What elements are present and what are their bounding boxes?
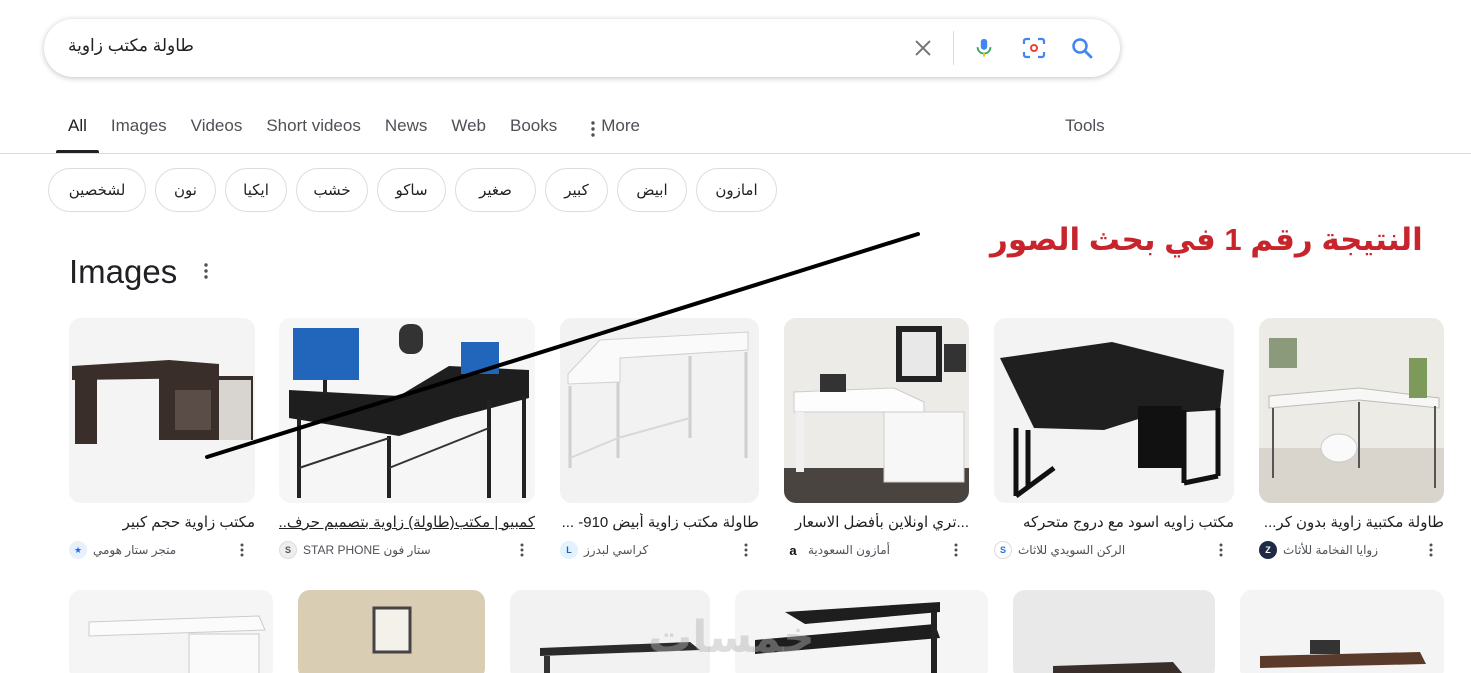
images-section-heading: Images xyxy=(69,253,178,290)
chip-small[interactable]: صغير xyxy=(455,168,536,212)
search-divider xyxy=(953,31,954,65)
tools-button[interactable]: Tools xyxy=(1065,116,1105,136)
tab-more[interactable]: More xyxy=(569,112,652,153)
result-menu-icon[interactable] xyxy=(739,541,753,559)
image-source[interactable]: Z زوايا الفخامة للأثاث xyxy=(1259,541,1378,559)
image-source[interactable]: S الركن السويدي للاثاث xyxy=(994,541,1125,559)
chip-ikea[interactable]: ايكيا xyxy=(225,168,287,212)
lens-icon[interactable] xyxy=(1019,33,1049,63)
search-input[interactable]: طاولة مكتب زاوية xyxy=(68,36,194,56)
result-menu-icon[interactable] xyxy=(515,541,529,559)
tab-news[interactable]: News xyxy=(373,112,440,153)
source-name: ستار فون STAR PHONE xyxy=(303,543,431,557)
image-thumbnail-row2-2[interactable] xyxy=(298,590,485,673)
result-menu-icon[interactable] xyxy=(1424,541,1438,559)
watermark: خمسات xyxy=(648,613,815,662)
source-name: زوايا الفخامة للأثاث xyxy=(1283,543,1379,557)
mic-icon[interactable] xyxy=(969,33,999,63)
result-menu-icon[interactable] xyxy=(949,541,963,559)
result-menu-icon[interactable] xyxy=(235,541,249,559)
image-source[interactable]: ★ متجر ستار هومي xyxy=(69,541,176,559)
amazon-logo: a xyxy=(784,541,802,559)
image-thumbnail[interactable] xyxy=(784,318,969,503)
chip-for-two[interactable]: لشخصين xyxy=(48,168,146,212)
image-title[interactable]: كمبيو | مكتب(طاولة) زاوية بتصميم حرف... xyxy=(279,513,535,531)
search-tabs: All Images Videos Short videos News Web … xyxy=(56,112,652,154)
image-thumbnail[interactable] xyxy=(279,318,535,503)
image-title[interactable]: مكتب زاوية حجم كبير xyxy=(69,513,255,531)
images-menu-icon[interactable] xyxy=(204,262,208,285)
chip-saco[interactable]: ساكو xyxy=(377,168,446,212)
star-home-logo: ★ xyxy=(69,541,87,559)
swedish-corner-logo: S xyxy=(994,541,1012,559)
image-thumbnail[interactable] xyxy=(994,318,1234,503)
chip-white[interactable]: ابيض xyxy=(617,168,687,212)
tabs-divider xyxy=(0,153,1471,154)
image-title[interactable]: مكتب زاويه اسود مع دروج متحركه xyxy=(994,513,1234,531)
result-menu-icon[interactable] xyxy=(1214,541,1228,559)
image-thumbnail[interactable] xyxy=(1259,318,1444,503)
tab-web[interactable]: Web xyxy=(439,112,498,153)
tab-books[interactable]: Books xyxy=(498,112,569,153)
image-title[interactable]: طاولة مكتبية زاوية بدون كر... xyxy=(1259,513,1444,531)
tab-short-videos[interactable]: Short videos xyxy=(254,112,373,153)
image-title[interactable]: طاولة مكتب زاوية أبيض 910- ... xyxy=(560,513,759,531)
image-source[interactable]: S ستار فون STAR PHONE xyxy=(279,541,431,559)
refinement-chips: لشخصين نون ايكيا خشب ساكو صغير كبير ابيض… xyxy=(48,168,777,212)
image-thumbnail[interactable] xyxy=(560,318,759,503)
source-name: متجر ستار هومي xyxy=(93,543,177,557)
image-title[interactable]: ...تري اونلاين بأفضل الاسعار xyxy=(784,513,969,531)
close-icon[interactable] xyxy=(908,33,938,63)
search-box[interactable]: طاولة مكتب زاوية xyxy=(44,19,1120,77)
source-name: الركن السويدي للاثاث xyxy=(1018,543,1126,557)
image-source[interactable]: a أمازون السعودية xyxy=(784,541,890,559)
image-source[interactable]: L كراسي لبدرز xyxy=(560,541,648,559)
source-name: كراسي لبدرز xyxy=(584,543,649,557)
chip-wood[interactable]: خشب xyxy=(296,168,368,212)
more-vert-icon xyxy=(591,116,595,143)
tab-videos[interactable]: Videos xyxy=(179,112,255,153)
annotation-label: النتيجة رقم 1 في بحث الصور xyxy=(990,222,1423,257)
chip-noon[interactable]: نون xyxy=(155,168,216,212)
tab-more-label: More xyxy=(601,116,640,135)
search-icon[interactable] xyxy=(1067,33,1097,63)
star-phone-logo: S xyxy=(279,541,297,559)
image-thumbnail-row2-6[interactable] xyxy=(1240,590,1444,673)
leaders-logo: L xyxy=(560,541,578,559)
chip-amazon[interactable]: امازون xyxy=(696,168,777,212)
image-thumbnail-row2-1[interactable] xyxy=(69,590,273,673)
tab-images[interactable]: Images xyxy=(99,112,179,153)
image-thumbnail[interactable] xyxy=(69,318,255,503)
zawaya-logo: Z xyxy=(1259,541,1277,559)
image-thumbnail-row2-5[interactable] xyxy=(1013,590,1215,673)
source-name: أمازون السعودية xyxy=(808,543,890,557)
tab-all[interactable]: All xyxy=(56,112,99,153)
chip-large[interactable]: كبير xyxy=(545,168,608,212)
